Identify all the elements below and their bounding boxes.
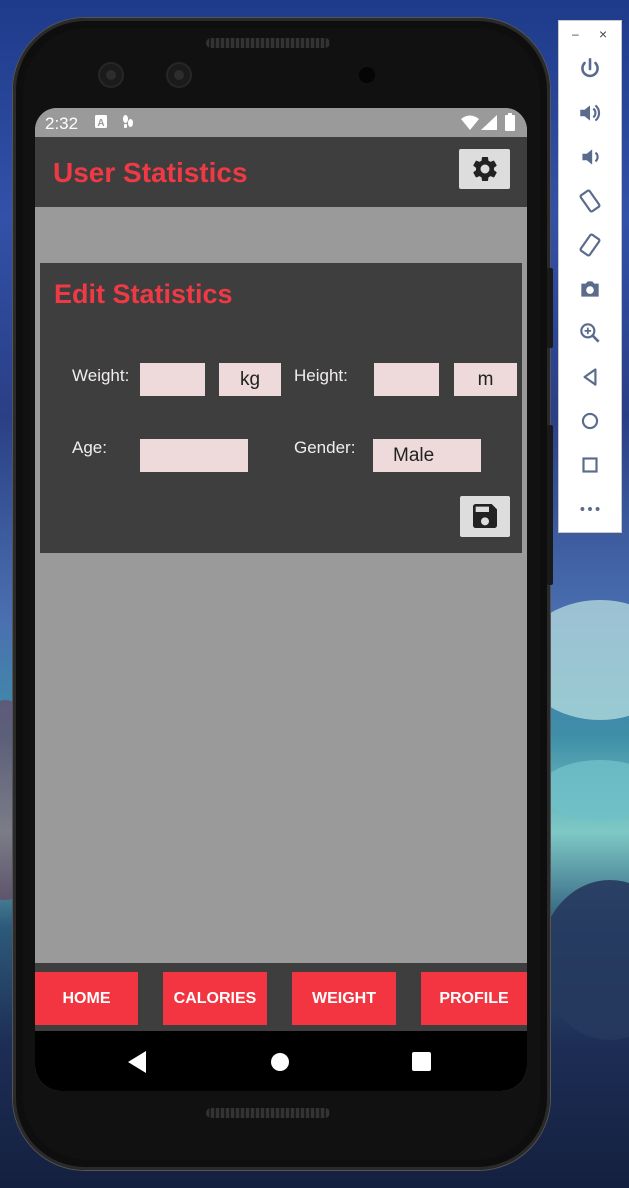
svg-text:A: A (97, 118, 104, 128)
wifi-icon (461, 115, 479, 133)
battery-icon (505, 113, 515, 134)
back-icon[interactable] (577, 364, 603, 390)
notification-a-icon: A (95, 115, 107, 131)
volume-down-icon[interactable] (577, 144, 603, 170)
edit-statistics-card: Edit Statistics Weight: kg Height: m Age… (40, 263, 522, 553)
home-circle-icon[interactable] (270, 1052, 290, 1072)
nav-home-button[interactable]: HOME (35, 972, 138, 1025)
camera-icon[interactable] (577, 276, 603, 302)
rotate-right-icon[interactable] (577, 232, 603, 258)
bottom-speaker (206, 1108, 330, 1118)
back-triangle-icon[interactable] (128, 1051, 148, 1073)
age-label: Age: (72, 438, 107, 457)
floppy-disk-icon (473, 504, 497, 528)
settings-button[interactable] (459, 149, 510, 189)
bottom-navigation: HOME CALORIES WEIGHT PROFILE (35, 963, 527, 1031)
gear-icon (473, 156, 497, 182)
save-button[interactable] (460, 496, 510, 537)
device-screen: 2:32 A User Statistics Edit Statistics W… (35, 108, 527, 1091)
age-input[interactable] (140, 439, 248, 472)
height-label: Height: (294, 366, 348, 385)
gender-label: Gender: (294, 438, 356, 457)
minimize-button[interactable]: – (572, 27, 579, 41)
recents-square-icon[interactable] (412, 1052, 431, 1071)
front-camera-1 (98, 62, 124, 88)
power-icon[interactable] (577, 56, 603, 82)
height-input[interactable] (374, 363, 439, 396)
emulator-toolbar: – × (558, 20, 622, 533)
page-title: User Statistics (53, 157, 248, 188)
volume-up-icon[interactable] (577, 100, 603, 126)
footprints-icon (122, 114, 134, 133)
nav-profile-button[interactable]: PROFILE (421, 972, 527, 1025)
card-title: Edit Statistics (54, 279, 233, 309)
front-camera-2 (166, 62, 192, 88)
close-button[interactable]: × (599, 26, 607, 42)
signal-icon (481, 115, 497, 133)
proximity-sensor (359, 67, 375, 83)
system-navigation-bar (35, 1031, 527, 1091)
height-unit-select[interactable]: m (454, 363, 517, 396)
gender-select[interactable]: Male (373, 439, 481, 472)
weight-label: Weight: (72, 366, 130, 385)
weight-unit-select[interactable]: kg (219, 363, 281, 396)
nav-weight-button[interactable]: WEIGHT (292, 972, 396, 1025)
volume-key (547, 425, 553, 585)
power-key (547, 268, 553, 348)
overview-icon[interactable] (577, 452, 603, 478)
zoom-icon[interactable] (577, 320, 603, 346)
home-icon[interactable] (577, 408, 603, 434)
app-bar: User Statistics (35, 137, 527, 207)
status-time: 2:32 (45, 114, 79, 133)
weight-input[interactable] (140, 363, 205, 396)
more-icon[interactable] (577, 496, 603, 522)
earpiece-speaker (206, 38, 330, 48)
status-bar: 2:32 A (35, 108, 527, 137)
rotate-left-icon[interactable] (577, 188, 603, 214)
nav-calories-button[interactable]: CALORIES (163, 972, 267, 1025)
